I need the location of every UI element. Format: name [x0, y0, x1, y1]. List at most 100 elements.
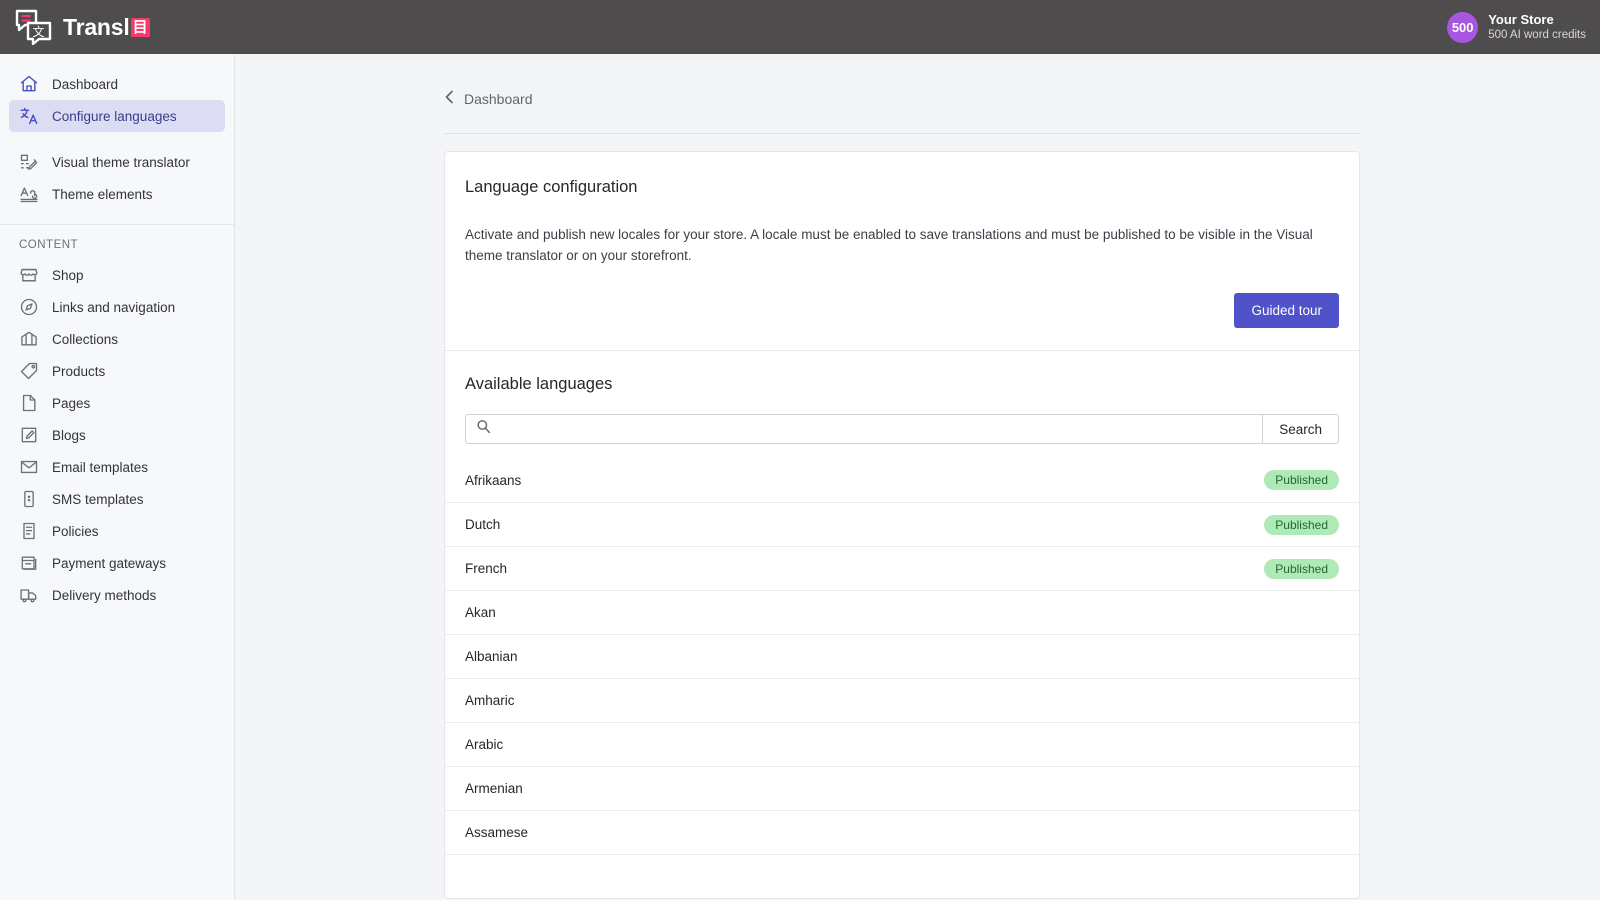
- store-name: Your Store: [1488, 12, 1586, 28]
- config-actions: Guided tour: [445, 266, 1359, 350]
- store-credits-label: 500 AI word credits: [1488, 28, 1586, 42]
- brand-name: Transl 目: [63, 14, 150, 41]
- language-name: Afrikaans: [465, 473, 521, 488]
- translate-icon: [19, 106, 39, 126]
- chevron-left-icon: [444, 90, 455, 107]
- language-name: Arabic: [465, 737, 503, 752]
- header-divider: [444, 133, 1360, 134]
- sidebar-item-email-templates[interactable]: Email templates: [9, 451, 225, 483]
- sidebar-item-dashboard[interactable]: Dashboard: [9, 68, 225, 100]
- sidebar-item-label: Pages: [52, 396, 90, 411]
- brand-logo-group[interactable]: 文 Transl 目: [0, 9, 150, 45]
- sidebar-item-label: SMS templates: [52, 492, 144, 507]
- document-list-icon: [19, 521, 39, 541]
- theme-edit-icon: [19, 152, 39, 172]
- sidebar-item-label: Dashboard: [52, 77, 118, 92]
- sidebar-item-label: Delivery methods: [52, 588, 156, 603]
- collection-icon: [19, 329, 39, 349]
- search-field-wrapper[interactable]: [465, 414, 1263, 444]
- search-input[interactable]: [499, 422, 1252, 437]
- svg-text:文: 文: [32, 24, 44, 39]
- config-section: Language configuration Activate and publ…: [445, 152, 1359, 350]
- guided-tour-button[interactable]: Guided tour: [1234, 293, 1339, 328]
- language-name: Armenian: [465, 781, 523, 796]
- store-icon: [19, 265, 39, 285]
- sidebar-item-links-and-navigation[interactable]: Links and navigation: [9, 291, 225, 323]
- envelope-icon: [19, 457, 39, 477]
- table-row[interactable]: French Published: [445, 546, 1359, 590]
- sidebar-item-shop[interactable]: Shop: [9, 259, 225, 291]
- payment-card-icon: [19, 553, 39, 573]
- sidebar-item-configure-languages[interactable]: Configure languages: [9, 100, 225, 132]
- table-row[interactable]: Afrikaans Published: [445, 458, 1359, 502]
- tag-icon: [19, 361, 39, 381]
- language-name: Assamese: [465, 825, 528, 840]
- sidebar: Dashboard Configure languages Visual the…: [0, 54, 235, 900]
- translate-chat-logo-icon: 文: [14, 9, 54, 45]
- sidebar-section-content-label: CONTENT: [0, 225, 234, 259]
- sidebar-item-label: Shop: [52, 268, 84, 283]
- page-title: Language configuration: [445, 152, 1359, 197]
- sidebar-item-label: Blogs: [52, 428, 86, 443]
- sidebar-item-blogs[interactable]: Blogs: [9, 419, 225, 451]
- breadcrumb-label: Dashboard: [464, 91, 533, 107]
- config-description: Activate and publish new locales for you…: [445, 197, 1359, 266]
- sidebar-item-label: Email templates: [52, 460, 148, 475]
- language-name: Amharic: [465, 693, 515, 708]
- credits-circle: 500: [1447, 12, 1478, 43]
- search-button[interactable]: Search: [1263, 414, 1339, 444]
- table-row[interactable]: Armenian: [445, 766, 1359, 810]
- sidebar-item-visual-theme-translator[interactable]: Visual theme translator: [9, 146, 225, 178]
- truck-icon: [19, 585, 39, 605]
- sidebar-item-label: Payment gateways: [52, 556, 166, 571]
- account-menu[interactable]: 500 Your Store 500 AI word credits: [1447, 0, 1586, 54]
- compass-icon: [19, 297, 39, 317]
- typography-icon: [19, 184, 39, 204]
- status-badge: Published: [1264, 559, 1339, 579]
- language-name: Akan: [465, 605, 496, 620]
- available-languages-section: Available languages Search Afrikaans Pub…: [445, 351, 1359, 898]
- status-badge: Published: [1264, 470, 1339, 490]
- language-configuration-card: Language configuration Activate and publ…: [444, 151, 1360, 899]
- table-row[interactable]: Akan: [445, 590, 1359, 634]
- store-text-group: Your Store 500 AI word credits: [1488, 12, 1586, 43]
- table-row[interactable]: Assamese: [445, 810, 1359, 854]
- top-bar: 文 Transl 目 500 Your Store 500 AI word cr…: [0, 0, 1600, 54]
- sidebar-item-sms-templates[interactable]: SMS templates: [9, 483, 225, 515]
- table-row[interactable]: Dutch Published: [445, 502, 1359, 546]
- sidebar-item-policies[interactable]: Policies: [9, 515, 225, 547]
- sidebar-item-collections[interactable]: Collections: [9, 323, 225, 355]
- sidebar-item-label: Products: [52, 364, 105, 379]
- nav-spacer: [0, 132, 234, 146]
- breadcrumb[interactable]: Dashboard: [444, 90, 533, 107]
- language-list: Afrikaans Published Dutch Published Fren…: [445, 458, 1359, 898]
- search-icon: [476, 419, 491, 439]
- sidebar-item-label: Configure languages: [52, 109, 177, 124]
- table-row[interactable]: Albanian: [445, 634, 1359, 678]
- page-icon: [19, 393, 39, 413]
- brand-name-text: Transl: [63, 14, 130, 41]
- sidebar-item-payment-gateways[interactable]: Payment gateways: [9, 547, 225, 579]
- sidebar-item-label: Policies: [52, 524, 99, 539]
- language-search-row: Search: [445, 394, 1359, 444]
- sidebar-item-label: Links and navigation: [52, 300, 175, 315]
- status-badge: Published: [1264, 515, 1339, 535]
- main-content: Dashboard Language configuration Activat…: [235, 54, 1600, 900]
- phone-icon: [19, 489, 39, 509]
- language-name: Albanian: [465, 649, 518, 664]
- table-row[interactable]: Arabic: [445, 722, 1359, 766]
- sidebar-item-label: Visual theme translator: [52, 155, 190, 170]
- sidebar-item-label: Collections: [52, 332, 118, 347]
- available-languages-title: Available languages: [445, 351, 1359, 394]
- brand-badge-glyph: 目: [131, 18, 150, 37]
- sidebar-item-label: Theme elements: [52, 187, 153, 202]
- sidebar-item-theme-elements[interactable]: Theme elements: [9, 178, 225, 210]
- table-row-partial[interactable]: [445, 854, 1359, 898]
- sidebar-item-products[interactable]: Products: [9, 355, 225, 387]
- home-icon: [19, 74, 39, 94]
- language-name: French: [465, 561, 507, 576]
- sidebar-item-pages[interactable]: Pages: [9, 387, 225, 419]
- pencil-note-icon: [19, 425, 39, 445]
- sidebar-item-delivery-methods[interactable]: Delivery methods: [9, 579, 225, 611]
- table-row[interactable]: Amharic: [445, 678, 1359, 722]
